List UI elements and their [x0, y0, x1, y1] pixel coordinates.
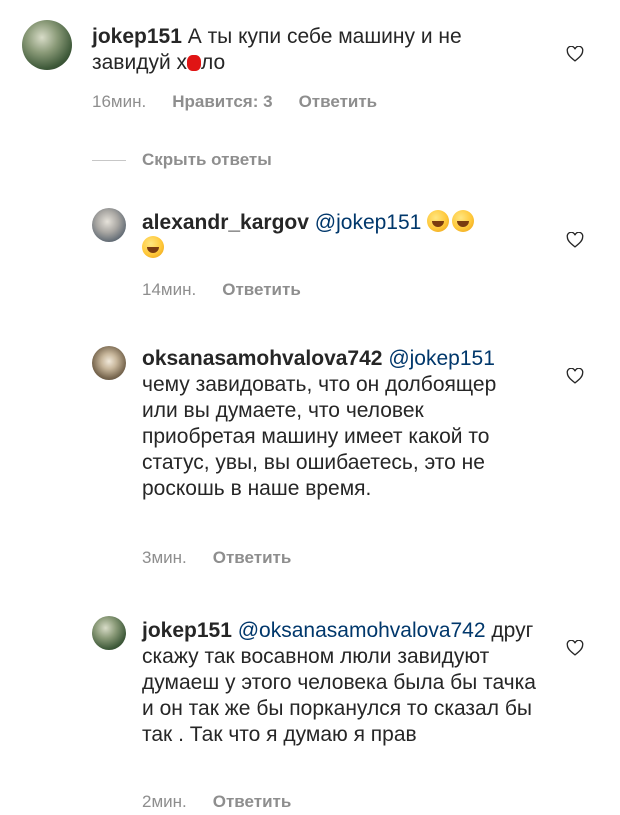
heart-icon[interactable]	[566, 46, 584, 62]
laughing-emoji-icon	[142, 236, 164, 258]
censor-mark	[187, 55, 202, 71]
avatar[interactable]	[92, 346, 126, 380]
comment-body: jokep151 А ты купи себе машину и не зави…	[92, 24, 542, 76]
avatar[interactable]	[22, 20, 72, 70]
comment-body: oksanasamohvalova742 @jokep151 чему зави…	[142, 346, 537, 502]
hide-replies-label[interactable]: Скрыть ответы	[142, 150, 272, 170]
hide-replies-toggle[interactable]: Скрыть ответы	[92, 150, 272, 170]
comment-meta: 16мин. Нравится: 3 Ответить	[92, 92, 403, 112]
likes-count[interactable]: Нравится: 3	[172, 92, 272, 111]
timestamp: 2мин.	[142, 792, 187, 811]
timestamp: 3мин.	[142, 548, 187, 567]
reply-button[interactable]: Ответить	[222, 280, 301, 299]
username[interactable]: alexandr_kargov	[142, 211, 309, 234]
reply-button[interactable]: Ответить	[213, 548, 292, 567]
heart-icon[interactable]	[566, 232, 584, 248]
username[interactable]: jokep151	[92, 25, 182, 48]
mention-link[interactable]: @jokep151	[388, 347, 495, 370]
timestamp: 14мин.	[142, 280, 197, 299]
avatar[interactable]	[92, 208, 126, 242]
reply-button[interactable]: Ответить	[213, 792, 292, 811]
comment-text-end: ло	[201, 51, 226, 74]
username[interactable]: jokep151	[142, 619, 232, 642]
reply-button[interactable]: Ответить	[299, 92, 378, 111]
heart-icon[interactable]	[566, 368, 584, 384]
comment-body: jokep151 @oksanasamohvalova742 друг скаж…	[142, 618, 537, 748]
comment-meta: 3мин. Ответить	[142, 548, 317, 568]
comment-meta: 14мин. Ответить	[142, 280, 327, 300]
comment-body: alexandr_kargov @jokep151	[142, 210, 532, 262]
laughing-emoji-icon	[452, 210, 475, 232]
avatar[interactable]	[92, 616, 126, 650]
mention-link[interactable]: @jokep151	[315, 211, 422, 234]
comment-text: чему завидовать, что он долбоящер или вы…	[142, 373, 497, 500]
divider	[92, 159, 126, 161]
username[interactable]: oksanasamohvalova742	[142, 347, 382, 370]
heart-icon[interactable]	[566, 640, 584, 656]
laughing-emoji-icon	[427, 210, 450, 232]
comment-meta: 2мин. Ответить	[142, 792, 317, 812]
mention-link[interactable]: @oksanasamohvalova742	[238, 619, 486, 642]
timestamp: 16мин.	[92, 92, 147, 111]
